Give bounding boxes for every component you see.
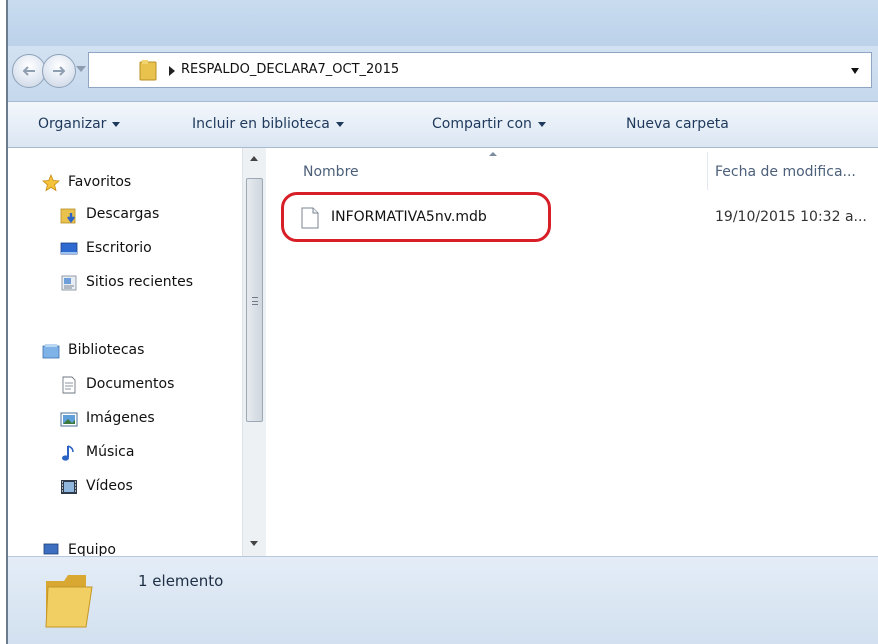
navigation-scrollbar[interactable]	[242, 148, 266, 556]
nav-label: Descargas	[86, 206, 160, 222]
music-icon	[62, 445, 74, 461]
nav-label: Imágenes	[86, 410, 155, 426]
file-date: 19/10/2015 10:32 a...	[715, 209, 867, 225]
chevron-down-icon	[112, 121, 121, 127]
address-dropdown-icon[interactable]	[851, 68, 859, 74]
folder-icon	[45, 575, 93, 628]
nav-label: Documentos	[86, 376, 175, 392]
share-button[interactable]: Compartir con	[432, 116, 546, 132]
back-button[interactable]	[12, 54, 46, 88]
organize-button[interactable]: Organizar	[38, 116, 121, 132]
desktop-icon	[60, 242, 78, 255]
forward-button[interactable]	[42, 54, 76, 88]
libraries-icon	[42, 344, 60, 359]
nav-label: Bibliotecas	[68, 342, 145, 358]
address-row: RESPALDO_DECLARA7_OCT_2015	[8, 46, 878, 102]
documents-icon	[62, 376, 76, 394]
downloads-folder-icon	[60, 208, 76, 224]
title-bar	[8, 0, 878, 46]
explorer-window: RESPALDO_DECLARA7_OCT_2015 Organizar Inc…	[6, 0, 878, 644]
address-path[interactable]: RESPALDO_DECLARA7_OCT_2015	[181, 62, 399, 77]
column-header-date[interactable]: Fecha de modifica...	[715, 164, 856, 180]
recent-pages-dropdown[interactable]	[76, 66, 86, 72]
nav-label: Equipo	[68, 542, 116, 556]
include-library-button[interactable]: Incluir en biblioteca	[192, 116, 344, 132]
nav-label: Escritorio	[86, 240, 152, 256]
scroll-down-icon[interactable]	[250, 541, 258, 546]
nav-label: Vídeos	[86, 478, 133, 494]
share-label: Compartir con	[432, 116, 532, 132]
chevron-down-icon	[335, 121, 344, 127]
column-header-row: Nombre Fecha de modifica...	[267, 148, 878, 190]
folder-icon	[139, 60, 157, 81]
include-library-label: Incluir en biblioteca	[192, 116, 330, 132]
file-list: Nombre Fecha de modifica... INFORMATIVA5…	[267, 148, 878, 556]
sort-ascending-icon	[489, 152, 497, 156]
column-divider[interactable]	[707, 152, 708, 190]
grip-icon	[252, 297, 258, 305]
forward-arrow-icon	[53, 66, 66, 76]
item-count: 1 elemento	[138, 572, 224, 590]
images-icon	[60, 412, 78, 427]
nav-label: Favoritos	[68, 174, 132, 190]
star-icon	[42, 174, 60, 192]
nav-label: Música	[86, 444, 135, 460]
nav-label: Sitios recientes	[86, 274, 193, 290]
red-highlight-outline	[281, 192, 551, 242]
command-bar: Organizar Incluir en biblioteca Comparti…	[8, 102, 878, 148]
column-header-name[interactable]: Nombre	[303, 164, 359, 180]
videos-icon	[61, 480, 77, 494]
address-bar[interactable]: RESPALDO_DECLARA7_OCT_2015	[88, 52, 872, 88]
new-folder-label: Nueva carpeta	[626, 116, 729, 132]
back-arrow-icon	[22, 66, 35, 76]
computer-icon	[43, 543, 59, 555]
breadcrumb-arrow-icon[interactable]	[169, 66, 175, 76]
scrollbar-thumb[interactable]	[246, 178, 263, 422]
scroll-up-icon[interactable]	[250, 156, 258, 161]
details-pane: 1 elemento	[8, 556, 878, 644]
navigation-pane: Favoritos Descargas Escritorio Sitios re…	[8, 148, 266, 556]
chevron-down-icon	[537, 121, 546, 127]
organize-label: Organizar	[38, 116, 107, 132]
new-folder-button[interactable]: Nueva carpeta	[626, 116, 729, 132]
recent-places-icon	[61, 275, 77, 291]
